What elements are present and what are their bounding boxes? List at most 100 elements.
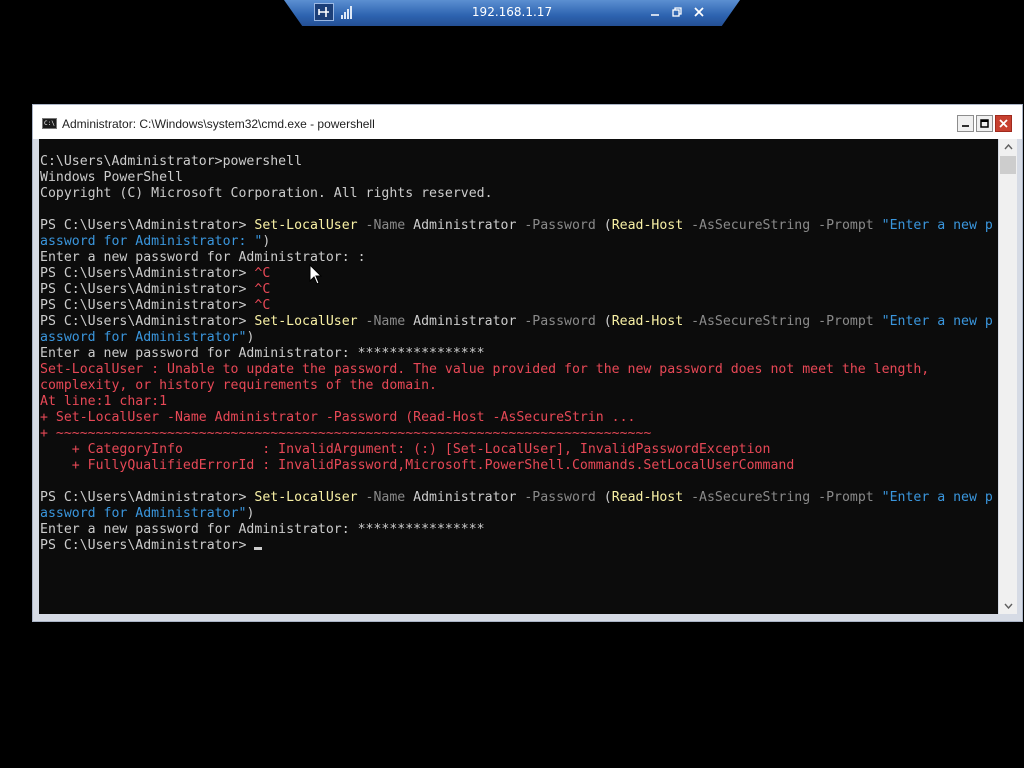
- minimize-icon: [651, 14, 659, 16]
- window-minimize-button[interactable]: [957, 115, 974, 132]
- terminal-line: PS C:\Users\Administrator>: [40, 538, 998, 554]
- terminal-segment: ): [246, 506, 255, 521]
- terminal-segment: PS C:\Users\Administrator>: [40, 314, 255, 329]
- terminal-line: assword for Administrator: "): [40, 234, 998, 250]
- terminal-segment: "Enter a new p: [881, 314, 993, 329]
- scroll-up-button[interactable]: [999, 139, 1017, 155]
- vertical-scrollbar[interactable]: [999, 139, 1017, 614]
- rdp-close-button[interactable]: [690, 3, 708, 21]
- terminal-segment: Set-LocalUser: [254, 314, 358, 329]
- terminal-line: PS C:\Users\Administrator> ^C: [40, 282, 998, 298]
- terminal-segment: -Password: [516, 490, 604, 505]
- chevron-down-icon: [1003, 603, 1013, 609]
- window-title: Administrator: C:\Windows\system32\cmd.e…: [62, 117, 375, 131]
- terminal-segment: Set-LocalUser: [254, 490, 358, 505]
- close-icon: [694, 7, 704, 17]
- terminal-segment: -Password: [516, 218, 604, 233]
- terminal-segment: assword for Administrator": [40, 330, 247, 345]
- terminal-segment: Read-Host: [611, 314, 684, 329]
- terminal-line: At line:1 char:1: [40, 394, 998, 410]
- terminal-line: assword for Administrator"): [40, 330, 998, 346]
- terminal-line: PS C:\Users\Administrator> Set-LocalUser…: [40, 218, 998, 234]
- terminal-segment: PS C:\Users\Administrator>: [40, 218, 255, 233]
- terminal-output[interactable]: C:\Users\Administrator>powershell Windows…: [39, 139, 998, 614]
- terminal-line: C:\Users\Administrator>powershell: [40, 154, 998, 170]
- terminal-line: PS C:\Users\Administrator> ^C: [40, 298, 998, 314]
- window-title-bar[interactable]: C:\ Administrator: C:\Windows\system32\c…: [33, 105, 1022, 139]
- window-close-button[interactable]: [995, 115, 1012, 132]
- rdp-restore-button[interactable]: [668, 3, 686, 21]
- terminal-line: Windows PowerShell: [40, 170, 998, 186]
- terminal-segment: Enter a new password for Administrator: …: [40, 522, 485, 537]
- terminal-segment: PS C:\Users\Administrator>: [40, 298, 255, 313]
- rdp-connection-bar: 192.168.1.17: [284, 0, 740, 26]
- terminal-segment: Read-Host: [611, 490, 684, 505]
- terminal-segment: Administrator: [413, 218, 517, 233]
- terminal-segment: Set-LocalUser: [254, 218, 358, 233]
- terminal-segment: Windows PowerShell: [40, 170, 183, 185]
- terminal-segment: Administrator: [413, 490, 517, 505]
- terminal-segment: (: [603, 314, 612, 329]
- rdp-minimize-button[interactable]: [646, 3, 664, 21]
- terminal-segment: (: [603, 218, 612, 233]
- maximize-icon: [980, 119, 989, 128]
- terminal-segment: + FullyQualifiedErrorId : InvalidPasswor…: [40, 458, 795, 473]
- mouse-pointer-icon: [309, 264, 323, 285]
- terminal-line: Enter a new password for Administrator: …: [40, 522, 998, 538]
- terminal-segment: "Enter a new p: [881, 490, 993, 505]
- terminal-segment: ^C: [254, 266, 271, 281]
- cmd-app-icon: C:\: [42, 118, 57, 129]
- terminal-line: assword for Administrator"): [40, 506, 998, 522]
- terminal-segment: Administrator: [413, 314, 517, 329]
- terminal-segment: + Set-LocalUser -Name Administrator -Pas…: [40, 410, 636, 425]
- terminal-line: PS C:\Users\Administrator> Set-LocalUser…: [40, 314, 998, 330]
- restore-icon: [672, 7, 682, 17]
- console-window: C:\ Administrator: C:\Windows\system32\c…: [32, 104, 1023, 622]
- terminal-line: + Set-LocalUser -Name Administrator -Pas…: [40, 410, 998, 426]
- terminal-segment: -AsSecureString -Prompt: [683, 218, 882, 233]
- terminal-segment: assword for Administrator: ": [40, 234, 263, 249]
- text-cursor: [254, 547, 263, 550]
- terminal-text: C:\Users\Administrator>powershell Windows…: [39, 139, 998, 554]
- terminal-segment: Set-LocalUser : Unable to update the pas…: [40, 362, 930, 377]
- terminal-line: PS C:\Users\Administrator> ^C: [40, 266, 998, 282]
- terminal-line: PS C:\Users\Administrator> Set-LocalUser…: [40, 490, 998, 506]
- terminal-segment: Copyright (C) Microsoft Corporation. All…: [40, 186, 493, 201]
- terminal-segment: "Enter a new p: [881, 218, 993, 233]
- terminal-line: + ~~~~~~~~~~~~~~~~~~~~~~~~~~~~~~~~~~~~~~…: [40, 426, 998, 442]
- terminal-segment: -Name: [357, 490, 414, 505]
- terminal-segment: assword for Administrator": [40, 506, 247, 521]
- terminal-line: complexity, or history requirements of t…: [40, 378, 998, 394]
- terminal-segment: ^C: [254, 298, 271, 313]
- terminal-segment: (: [603, 490, 612, 505]
- terminal-segment: Enter a new password for Administrator: …: [40, 250, 366, 265]
- terminal-segment: Enter a new password for Administrator: …: [40, 346, 485, 361]
- terminal-segment: -AsSecureString -Prompt: [683, 314, 882, 329]
- terminal-line: Copyright (C) Microsoft Corporation. All…: [40, 186, 998, 202]
- terminal-line: Set-LocalUser : Unable to update the pas…: [40, 362, 998, 378]
- terminal-segment: + ~~~~~~~~~~~~~~~~~~~~~~~~~~~~~~~~~~~~~~…: [40, 426, 652, 441]
- close-icon: [999, 119, 1008, 128]
- terminal-segment: ^C: [254, 282, 271, 297]
- terminal-segment: C:\Users\Administrator>powershell: [40, 154, 303, 169]
- terminal-segment: PS C:\Users\Administrator>: [40, 538, 255, 553]
- terminal-segment: -AsSecureString -Prompt: [683, 490, 882, 505]
- terminal-line: + FullyQualifiedErrorId : InvalidPasswor…: [40, 458, 998, 474]
- scroll-down-button[interactable]: [999, 598, 1017, 614]
- terminal-segment: -Password: [516, 314, 604, 329]
- terminal-segment: complexity, or history requirements of t…: [40, 378, 437, 393]
- terminal-segment: PS C:\Users\Administrator>: [40, 266, 255, 281]
- terminal-segment: ): [262, 234, 271, 249]
- terminal-line: + CategoryInfo : InvalidArgument: (:) [S…: [40, 442, 998, 458]
- minimize-icon: [962, 125, 969, 127]
- terminal-segment: PS C:\Users\Administrator>: [40, 282, 255, 297]
- terminal-segment: PS C:\Users\Administrator>: [40, 490, 255, 505]
- window-maximize-button[interactable]: [976, 115, 993, 132]
- terminal-segment: + CategoryInfo : InvalidArgument: (:) [S…: [40, 442, 771, 457]
- terminal-line: Enter a new password for Administrator: …: [40, 346, 998, 362]
- scrollbar-thumb[interactable]: [1000, 156, 1016, 174]
- terminal-line: Enter a new password for Administrator: …: [40, 250, 998, 266]
- terminal-segment: -Name: [357, 314, 414, 329]
